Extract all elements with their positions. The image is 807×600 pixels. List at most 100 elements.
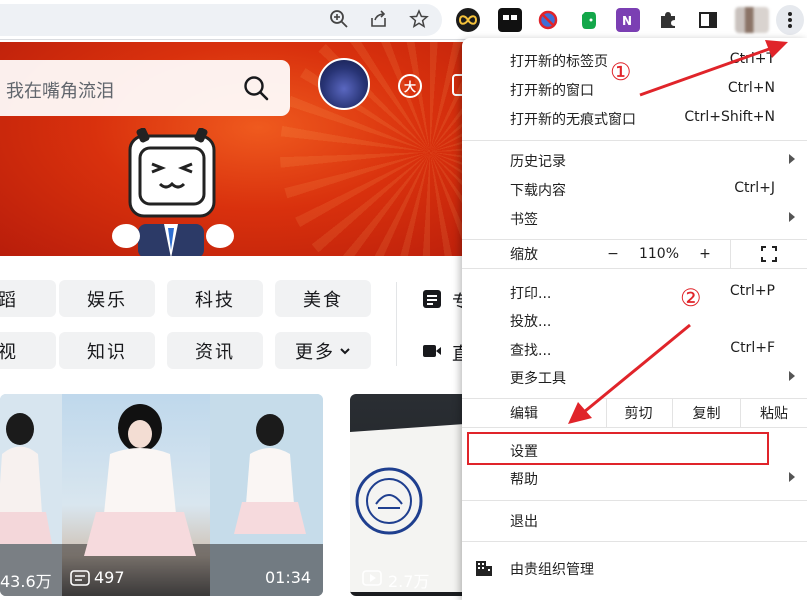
column-icon[interactable] xyxy=(422,289,442,309)
menu-item-managed-by-org[interactable]: 由贵组织管理 xyxy=(462,554,807,582)
play-count-icon xyxy=(362,570,382,586)
menu-item-shortcut: Ctrl+Shift+N xyxy=(684,109,775,125)
danmaku-count: 497 xyxy=(94,568,125,587)
menu-item-new-incognito-window[interactable]: 打开新的无痕式窗口 Ctrl+Shift+N xyxy=(462,104,807,132)
search-box[interactable]: 我在嘴角流泪 xyxy=(0,60,290,116)
bookmark-star-icon[interactable] xyxy=(408,8,430,30)
infinity-extension-icon[interactable] xyxy=(456,8,480,32)
category-chip[interactable]: 娱乐 xyxy=(59,280,155,317)
category-chip[interactable]: 视 xyxy=(0,332,56,369)
menu-item-label: 打开新的无痕式窗口 xyxy=(510,112,636,128)
copy-button[interactable]: 复制 xyxy=(672,399,740,427)
menu-item-downloads[interactable]: 下载内容 Ctrl+J xyxy=(462,175,807,203)
share-icon[interactable] xyxy=(368,8,390,30)
extensions-puzzle-icon[interactable] xyxy=(656,8,680,32)
svg-text:N: N xyxy=(622,14,632,28)
menu-item-label: 历史记录 xyxy=(510,154,566,170)
menu-item-label: 更多工具 xyxy=(510,371,566,387)
building-icon xyxy=(476,561,492,576)
menu-separator xyxy=(462,500,807,501)
university-logo-icon xyxy=(355,467,423,535)
menu-item-find[interactable]: 查找... Ctrl+F xyxy=(462,335,807,363)
chrome-main-menu: 打开新的标签页 Ctrl+T 打开新的窗口 Ctrl+N 打开新的无痕式窗口 C… xyxy=(462,38,807,600)
menu-item-label: 书签 xyxy=(510,212,538,228)
category-chip[interactable]: 资讯 xyxy=(167,332,263,369)
menu-item-print[interactable]: 打印... Ctrl+P xyxy=(462,278,807,306)
menu-item-label: 查找... xyxy=(510,343,552,359)
step-1-label: ① xyxy=(610,58,632,86)
menu-item-shortcut: Ctrl+J xyxy=(734,180,775,196)
category-chip[interactable]: 蹈 xyxy=(0,280,56,317)
live-camera-icon[interactable] xyxy=(422,341,442,361)
media-extension-icon[interactable] xyxy=(498,8,522,32)
submenu-arrow-icon xyxy=(789,472,795,482)
more-categories-chip[interactable]: 更多 xyxy=(275,332,371,369)
menu-item-label: 投放... xyxy=(510,314,552,330)
menu-item-label: 下载内容 xyxy=(510,183,566,199)
menu-item-label: 打印... xyxy=(510,286,552,302)
menu-separator xyxy=(462,541,807,542)
zoom-label: 缩放 xyxy=(510,247,538,263)
category-chip[interactable]: 科技 xyxy=(167,280,263,317)
fullscreen-icon xyxy=(761,246,777,262)
zoom-value: 110% xyxy=(638,246,680,262)
cut-button[interactable]: 剪切 xyxy=(606,399,670,427)
menu-item-label: 由贵组织管理 xyxy=(510,562,594,578)
view-count: 2.7万 xyxy=(388,572,430,591)
more-vert-icon xyxy=(788,12,792,28)
big-member-icon[interactable]: 大 xyxy=(398,74,422,98)
edit-label: 编辑 xyxy=(510,406,538,422)
paste-button[interactable]: 粘贴 xyxy=(740,399,807,427)
submenu-arrow-icon xyxy=(789,154,795,164)
bilibili-banner: 我在嘴角流泪 大 xyxy=(0,42,470,256)
category-chip[interactable]: 知识 xyxy=(59,332,155,369)
view-count: 43.6万 xyxy=(0,572,52,591)
evernote-icon[interactable] xyxy=(576,8,600,32)
settings-highlight-box xyxy=(467,432,769,465)
menu-item-shortcut: Ctrl+F xyxy=(730,340,775,356)
category-chip[interactable]: 美食 xyxy=(275,280,371,317)
menu-item-shortcut: Ctrl+N xyxy=(727,80,775,96)
zoom-in-button[interactable]: + xyxy=(690,240,720,268)
profile-avatar[interactable] xyxy=(735,7,769,33)
menu-item-new-tab[interactable]: 打开新的标签页 Ctrl+T xyxy=(462,46,807,74)
search-icon[interactable] xyxy=(242,74,270,106)
more-label: 更多 xyxy=(295,341,335,363)
zoom-row: 缩放 − 110% + xyxy=(462,239,807,269)
menu-item-bookmarks[interactable]: 书签 xyxy=(462,204,807,232)
menu-item-shortcut: Ctrl+P xyxy=(729,283,775,299)
fullscreen-button[interactable] xyxy=(730,240,807,268)
video-thumbnail xyxy=(0,394,323,596)
zoom-icon[interactable] xyxy=(328,8,350,30)
menu-item-history[interactable]: 历史记录 xyxy=(462,146,807,174)
tv-mascot-image xyxy=(112,128,234,256)
video-duration: 01:34 xyxy=(265,568,312,587)
menu-item-label: 打开新的标签页 xyxy=(510,54,608,70)
zoom-out-button[interactable]: − xyxy=(598,240,628,268)
chrome-menu-button[interactable] xyxy=(776,5,804,35)
menu-item-cast[interactable]: 投放... xyxy=(462,306,807,334)
menu-item-more-tools[interactable]: 更多工具 xyxy=(462,363,807,391)
menu-item-exit[interactable]: 退出 xyxy=(462,506,807,534)
edit-row: 编辑 剪切 复制 粘贴 xyxy=(462,398,807,428)
user-avatar[interactable] xyxy=(318,58,370,110)
menu-item-help[interactable]: 帮助 xyxy=(462,464,807,492)
menu-item-label: 打开新的窗口 xyxy=(510,83,594,99)
menu-item-new-window[interactable]: 打开新的窗口 Ctrl+N xyxy=(462,75,807,103)
menu-separator xyxy=(462,140,807,141)
browser-toolbar: N xyxy=(0,0,807,40)
menu-item-shortcut: Ctrl+T xyxy=(729,51,775,67)
screen: { "page": { "search_placeholder": "我在嘴角流… xyxy=(0,0,807,600)
step-2-label: ② xyxy=(680,284,702,312)
onenote-icon[interactable]: N xyxy=(616,8,640,32)
search-input[interactable]: 我在嘴角流泪 xyxy=(6,77,114,103)
submenu-arrow-icon xyxy=(789,371,795,381)
block-extension-icon[interactable] xyxy=(536,8,560,32)
video-card[interactable]: 43.6万 497 01:34 xyxy=(0,394,323,596)
menu-item-label: 帮助 xyxy=(510,472,538,488)
side-panel-icon[interactable] xyxy=(696,8,720,32)
menu-item-label: 退出 xyxy=(510,514,538,530)
chevron-down-icon xyxy=(340,347,350,354)
danmaku-icon xyxy=(70,570,90,586)
divider xyxy=(396,282,397,366)
